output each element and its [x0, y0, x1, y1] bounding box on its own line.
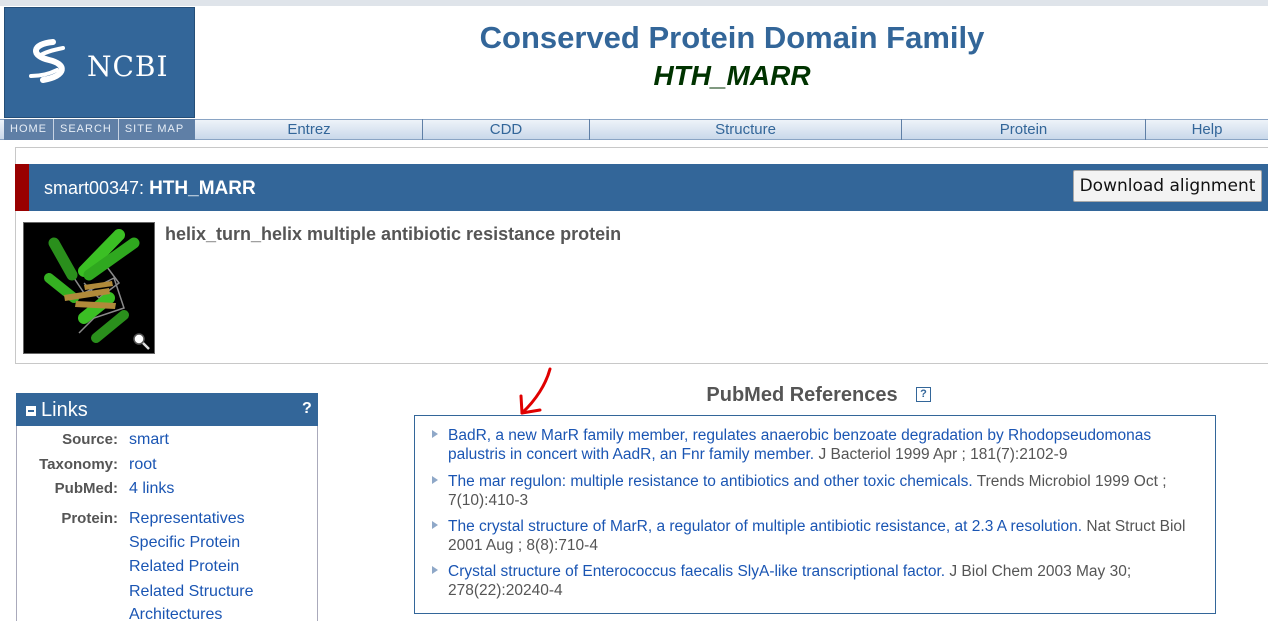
reference-item: Crystal structure of Enterococcus faecal…: [448, 562, 1216, 600]
bullet-triangle-icon: [432, 566, 438, 574]
download-alignment-button[interactable]: Download alignment: [1073, 170, 1262, 202]
annotation-arrow-icon: [519, 367, 552, 415]
taxonomy-label: Taxonomy:: [39, 456, 118, 473]
protein-label: Protein:: [61, 510, 118, 527]
architectures-link[interactable]: Architectures: [129, 606, 222, 624]
structure-image: [24, 223, 154, 353]
record-title: smart00347: HTH_MARR: [44, 178, 256, 200]
nav-help[interactable]: Help: [1145, 119, 1268, 140]
record-flag: [15, 164, 29, 211]
nav-cdd[interactable]: CDD: [422, 119, 589, 140]
reference-citation-cont: 278(22):20240-4: [448, 582, 563, 599]
record-description: helix_turn_helix multiple antibiotic res…: [165, 224, 622, 244]
reference-item: The crystal structure of MarR, a regulat…: [448, 517, 1216, 555]
protein-specific-link[interactable]: Specific Protein: [129, 534, 240, 552]
nav-home[interactable]: HOME: [4, 119, 54, 140]
ncbi-logo[interactable]: NCBI: [4, 7, 195, 118]
reference-link[interactable]: The mar regulon: multiple resistance to …: [448, 473, 973, 490]
links-title: Links: [41, 399, 88, 421]
reference-link[interactable]: Crystal structure of Enterococcus faecal…: [448, 563, 945, 580]
help-icon[interactable]: ?: [916, 387, 931, 402]
bullet-triangle-icon: [432, 521, 438, 529]
reference-citation: Trends Microbiol 1999 Oct ;: [976, 473, 1167, 490]
logo-text: NCBI: [87, 50, 169, 83]
reference-item: The mar regulon: multiple resistance to …: [448, 472, 1216, 510]
record-accession: smart00347:: [44, 178, 145, 198]
reference-link[interactable]: The crystal structure of MarR, a regulat…: [448, 518, 1082, 535]
protein-related-link[interactable]: Related Protein: [129, 558, 239, 576]
taxonomy-link[interactable]: root: [129, 456, 157, 474]
bullet-triangle-icon: [432, 430, 438, 438]
reference-citation: Nat Struct Biol: [1086, 518, 1186, 535]
related-structure-link[interactable]: Related Structure: [129, 583, 254, 601]
source-link[interactable]: smart: [129, 431, 169, 449]
nav-entrez[interactable]: Entrez: [196, 119, 422, 140]
reference-citation: J Biol Chem 2003 May 30;: [949, 563, 1132, 580]
page-subtitle: HTH_MARR: [653, 60, 811, 91]
pubmed-label: PubMed:: [54, 480, 118, 497]
ncbi-helix-icon: [29, 39, 65, 83]
source-label: Source:: [62, 431, 118, 448]
nav-structure[interactable]: Structure: [589, 119, 901, 140]
structure-thumbnail[interactable]: [23, 222, 155, 354]
collapse-minus-icon[interactable]: [26, 406, 36, 416]
nav-protein[interactable]: Protein: [901, 119, 1145, 140]
reference-citation-cont: 7(10):410-3: [448, 492, 529, 509]
page-title: Conserved Protein Domain Family: [479, 20, 985, 55]
top-rule: [0, 0, 1268, 6]
reference-link[interactable]: BadR, a new MarR family member, regulate…: [448, 427, 1151, 444]
reference-item: BadR, a new MarR family member, regulate…: [448, 426, 1216, 464]
nav-site-map[interactable]: SITE MAP: [119, 119, 190, 140]
pubmed-link[interactable]: 4 links: [129, 480, 174, 498]
nav-search[interactable]: SEARCH: [54, 119, 119, 140]
help-icon[interactable]: ?: [302, 400, 312, 418]
record-name: HTH_MARR: [149, 178, 256, 199]
reference-citation: J Bacteriol 1999 Apr ; 181(7):2102-9: [818, 446, 1068, 463]
bullet-triangle-icon: [432, 476, 438, 484]
reference-link-cont[interactable]: palustris in concert with AadR, an Fnr f…: [448, 446, 814, 463]
navleft: HOME SEARCH SITE MAP: [4, 119, 195, 140]
protein-representatives-link[interactable]: Representatives: [129, 510, 245, 528]
reference-citation-cont: 2001 Aug ; 8(8):710-4: [448, 537, 598, 554]
